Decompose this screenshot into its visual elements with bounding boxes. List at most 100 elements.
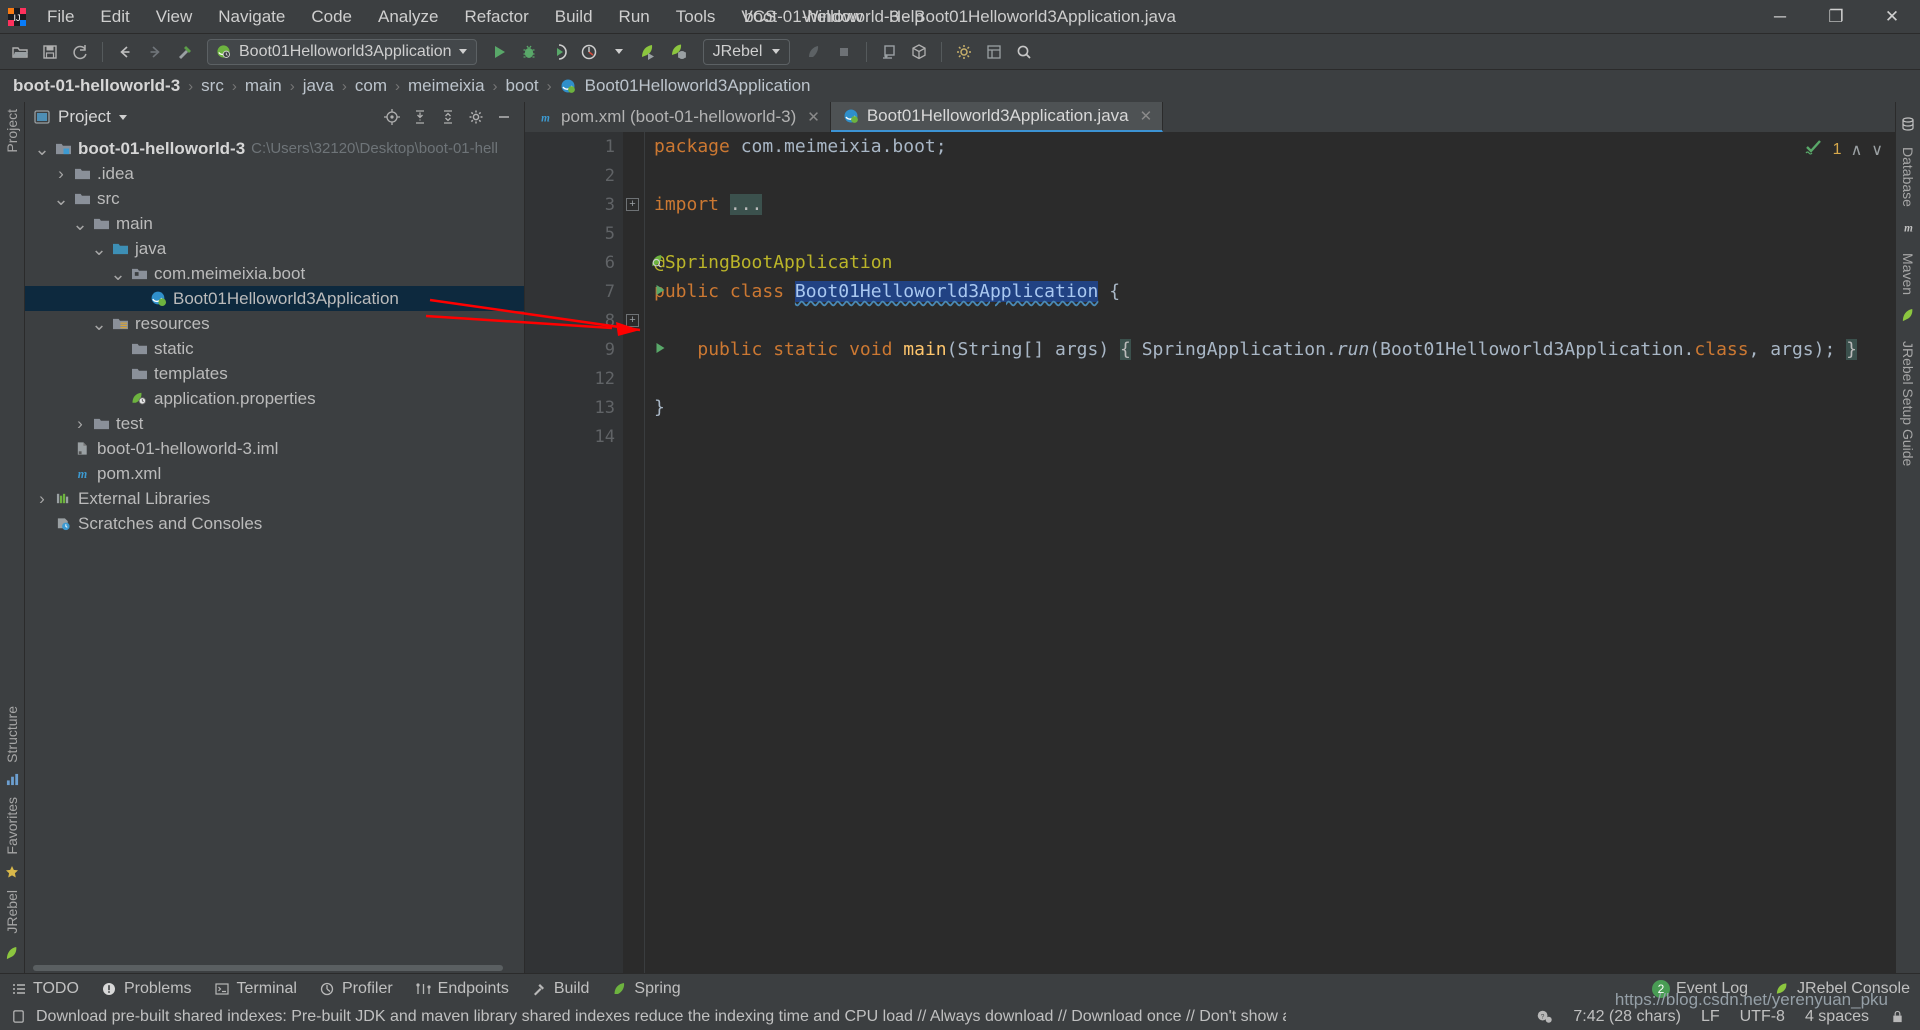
menu-item-help[interactable]: Help [876, 3, 937, 31]
line-number[interactable]: 7 [525, 277, 665, 306]
bottom-item-todo[interactable]: TODO [10, 980, 79, 998]
breadcrumb-item-3[interactable]: java [300, 75, 337, 97]
stop-square-icon[interactable] [830, 38, 858, 66]
tree-row[interactable]: ⌄ src [25, 186, 524, 211]
profiler-icon[interactable] [575, 38, 603, 66]
breadcrumb-item-6[interactable]: boot [503, 75, 542, 97]
search-icon[interactable] [1010, 38, 1038, 66]
menu-bar[interactable]: File Edit View Navigate Code Analyze Ref… [34, 3, 937, 31]
tool-window-jrebel[interactable]: JRebel [4, 883, 20, 941]
tree-row[interactable]: ⌄ com.meimeixia.boot [25, 261, 524, 286]
back-arrow-icon[interactable] [111, 38, 139, 66]
profiler-dropdown-icon[interactable] [605, 38, 633, 66]
close-button[interactable]: ✕ [1864, 0, 1920, 34]
tree-row[interactable]: ⌄ java [25, 236, 524, 261]
status-bar[interactable]: Download pre-built shared indexes: Pre-b… [0, 990, 1920, 1030]
run-configuration-selector[interactable]: Boot01Helloworld3Application [207, 38, 477, 65]
tool-window-database[interactable]: Database [1900, 140, 1916, 214]
breadcrumb-item-1[interactable]: src [198, 75, 227, 97]
inspection-prev-button[interactable]: ∧ [1851, 140, 1863, 160]
right-tool-strip[interactable]: Database m Maven JRebel Setup Guide [1895, 102, 1920, 973]
line-number[interactable]: 1 [525, 132, 623, 161]
menu-item-tools[interactable]: Tools [663, 3, 729, 31]
bottom-item-build[interactable]: Build [531, 980, 589, 998]
hammer-icon[interactable] [171, 38, 199, 66]
menu-item-refactor[interactable]: Refactor [451, 3, 541, 31]
tree-row[interactable]: static [25, 336, 524, 361]
minimize-button[interactable]: ─ [1752, 0, 1808, 34]
breadcrumb-item-2[interactable]: main [242, 75, 285, 97]
tree-row[interactable]: ⌄ boot-01-helloworld-3 C:\Users\32120\Desk… [25, 136, 524, 161]
chevron-down-icon[interactable] [772, 49, 781, 54]
inspection-widget[interactable]: 1 ∧ ∨ [1804, 139, 1883, 160]
tree-row[interactable]: ⌄ resources [25, 311, 524, 336]
menu-item-edit[interactable]: Edit [87, 3, 142, 31]
line-number[interactable]: 9 [525, 335, 665, 364]
run-gutter-icon[interactable] [653, 282, 667, 302]
fold-column[interactable]: + + [623, 132, 645, 973]
breadcrumb-item-5[interactable]: meimeixia [405, 75, 488, 97]
chevron-down-icon[interactable]: ⌄ [91, 240, 106, 258]
breadcrumb-item-4[interactable]: com [352, 75, 390, 97]
tree-row[interactable]: › .idea [25, 161, 524, 186]
stop-icon[interactable] [800, 38, 828, 66]
menu-item-run[interactable]: Run [606, 3, 663, 31]
forward-arrow-icon[interactable] [141, 38, 169, 66]
editor-tab-pom-xml[interactable]: m pom.xml (boot-01-helloworld-3) ✕ [525, 102, 831, 132]
menu-item-vcs[interactable]: VCS [728, 3, 789, 31]
tool-window-favorites[interactable]: Favorites [4, 790, 20, 862]
main-toolbar[interactable]: Boot01Helloworld3Application JRebel [0, 34, 1920, 70]
run-with-coverage-icon[interactable] [545, 38, 573, 66]
tool-window-structure[interactable]: Structure [4, 699, 20, 770]
line-number[interactable]: 12 [525, 364, 623, 393]
line-number[interactable]: 13 [525, 393, 623, 422]
menu-item-analyze[interactable]: Analyze [365, 3, 451, 31]
run-gutter-icon[interactable] [653, 340, 667, 360]
tree-row[interactable]: boot-01-helloworld-3.iml [25, 436, 524, 461]
menu-item-code[interactable]: Code [298, 3, 365, 31]
run-icon[interactable] [485, 38, 513, 66]
line-number[interactable]: 14 [525, 422, 623, 451]
line-number[interactable]: 3 [525, 190, 623, 219]
locate-icon[interactable] [383, 109, 400, 126]
menu-item-build[interactable]: Build [542, 3, 606, 31]
chevron-down-icon[interactable]: ⌄ [91, 315, 106, 333]
structure-icon[interactable] [980, 38, 1008, 66]
chevron-right-icon[interactable]: › [54, 164, 68, 184]
window-controls[interactable]: ─ ❐ ✕ [1752, 0, 1920, 34]
chevron-down-icon[interactable]: ⌄ [53, 190, 68, 208]
spring-bean-gutter-icon[interactable] [650, 252, 667, 274]
chevron-down-icon[interactable]: ⌄ [34, 140, 49, 158]
chevron-down-icon[interactable]: ⌄ [72, 215, 87, 233]
code-editor[interactable]: 1 2 3 5 6 7 8 9 12 13 14 + + package com.meimeixia… [525, 132, 1895, 973]
indent-setting[interactable]: 4 spaces [1805, 1008, 1869, 1026]
lock-icon[interactable] [1889, 1008, 1906, 1025]
collapse-all-icon[interactable] [439, 109, 456, 126]
chevron-down-icon[interactable] [118, 114, 127, 120]
line-number[interactable]: 6 [525, 248, 662, 277]
breadcrumb-item-0[interactable]: boot-01-helloworld-3 [10, 75, 183, 97]
tree-row[interactable]: templates [25, 361, 524, 386]
tool-window-maven[interactable]: Maven [1900, 246, 1916, 302]
gutter-marker[interactable] [650, 248, 667, 277]
menu-item-navigate[interactable]: Navigate [205, 3, 298, 31]
editor-tabs[interactable]: m pom.xml (boot-01-helloworld-3) ✕ Boot0… [525, 102, 1895, 132]
open-folder-icon[interactable] [6, 38, 34, 66]
close-icon[interactable]: ✕ [807, 108, 820, 126]
fold-marker-method[interactable]: + [626, 314, 639, 327]
tree-row[interactable]: ⌄ main [25, 211, 524, 236]
left-tool-strip[interactable]: Project Structure Favorites JRebel [0, 102, 25, 973]
editor-tab-boot01helloworld3application[interactable]: Boot01Helloworld3Application.java ✕ [830, 102, 1164, 132]
maximize-button[interactable]: ❐ [1808, 0, 1864, 34]
debug-icon[interactable] [515, 38, 543, 66]
fold-marker-import[interactable]: + [626, 198, 639, 211]
token-import-ellipsis[interactable]: ... [729, 194, 763, 215]
jrebel-debug-icon[interactable] [665, 38, 693, 66]
hide-icon[interactable] [495, 109, 512, 126]
chevron-down-icon[interactable] [458, 49, 467, 54]
menu-item-file[interactable]: File [34, 3, 87, 31]
status-message[interactable]: Download pre-built shared indexes: Pre-b… [36, 1008, 1286, 1026]
help-icon[interactable]: ? [1536, 1008, 1553, 1025]
tree-row[interactable]: Scratches and Consoles [25, 511, 524, 536]
gear-icon[interactable] [467, 109, 484, 126]
